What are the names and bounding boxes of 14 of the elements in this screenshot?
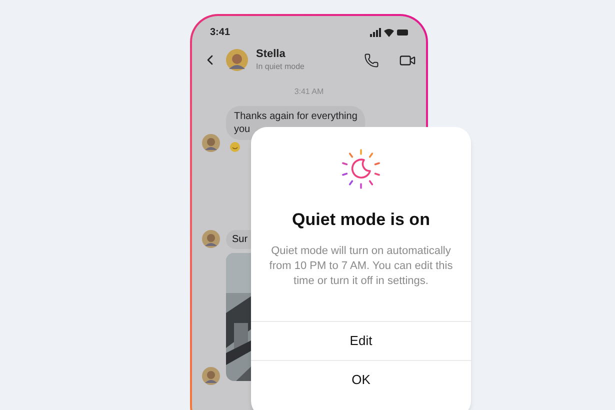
status-time: 3:41: [210, 26, 230, 40]
avatar: [226, 49, 248, 71]
status-icons: [370, 28, 408, 36]
contact-status: In quiet mode: [256, 61, 306, 72]
phone-icon[interactable]: [364, 52, 379, 68]
avatar: [202, 134, 220, 152]
dialog-title: Quiet mode is on: [292, 209, 430, 231]
moon-icon: [339, 147, 383, 191]
avatar: [202, 230, 220, 248]
dialog-action[interactable]: Edit: [251, 320, 471, 360]
timestamp: 3:41 AM: [294, 86, 324, 98]
contact-name: Stella: [256, 48, 286, 61]
avatar: [202, 367, 220, 385]
dialog-action[interactable]: OK: [251, 360, 471, 398]
